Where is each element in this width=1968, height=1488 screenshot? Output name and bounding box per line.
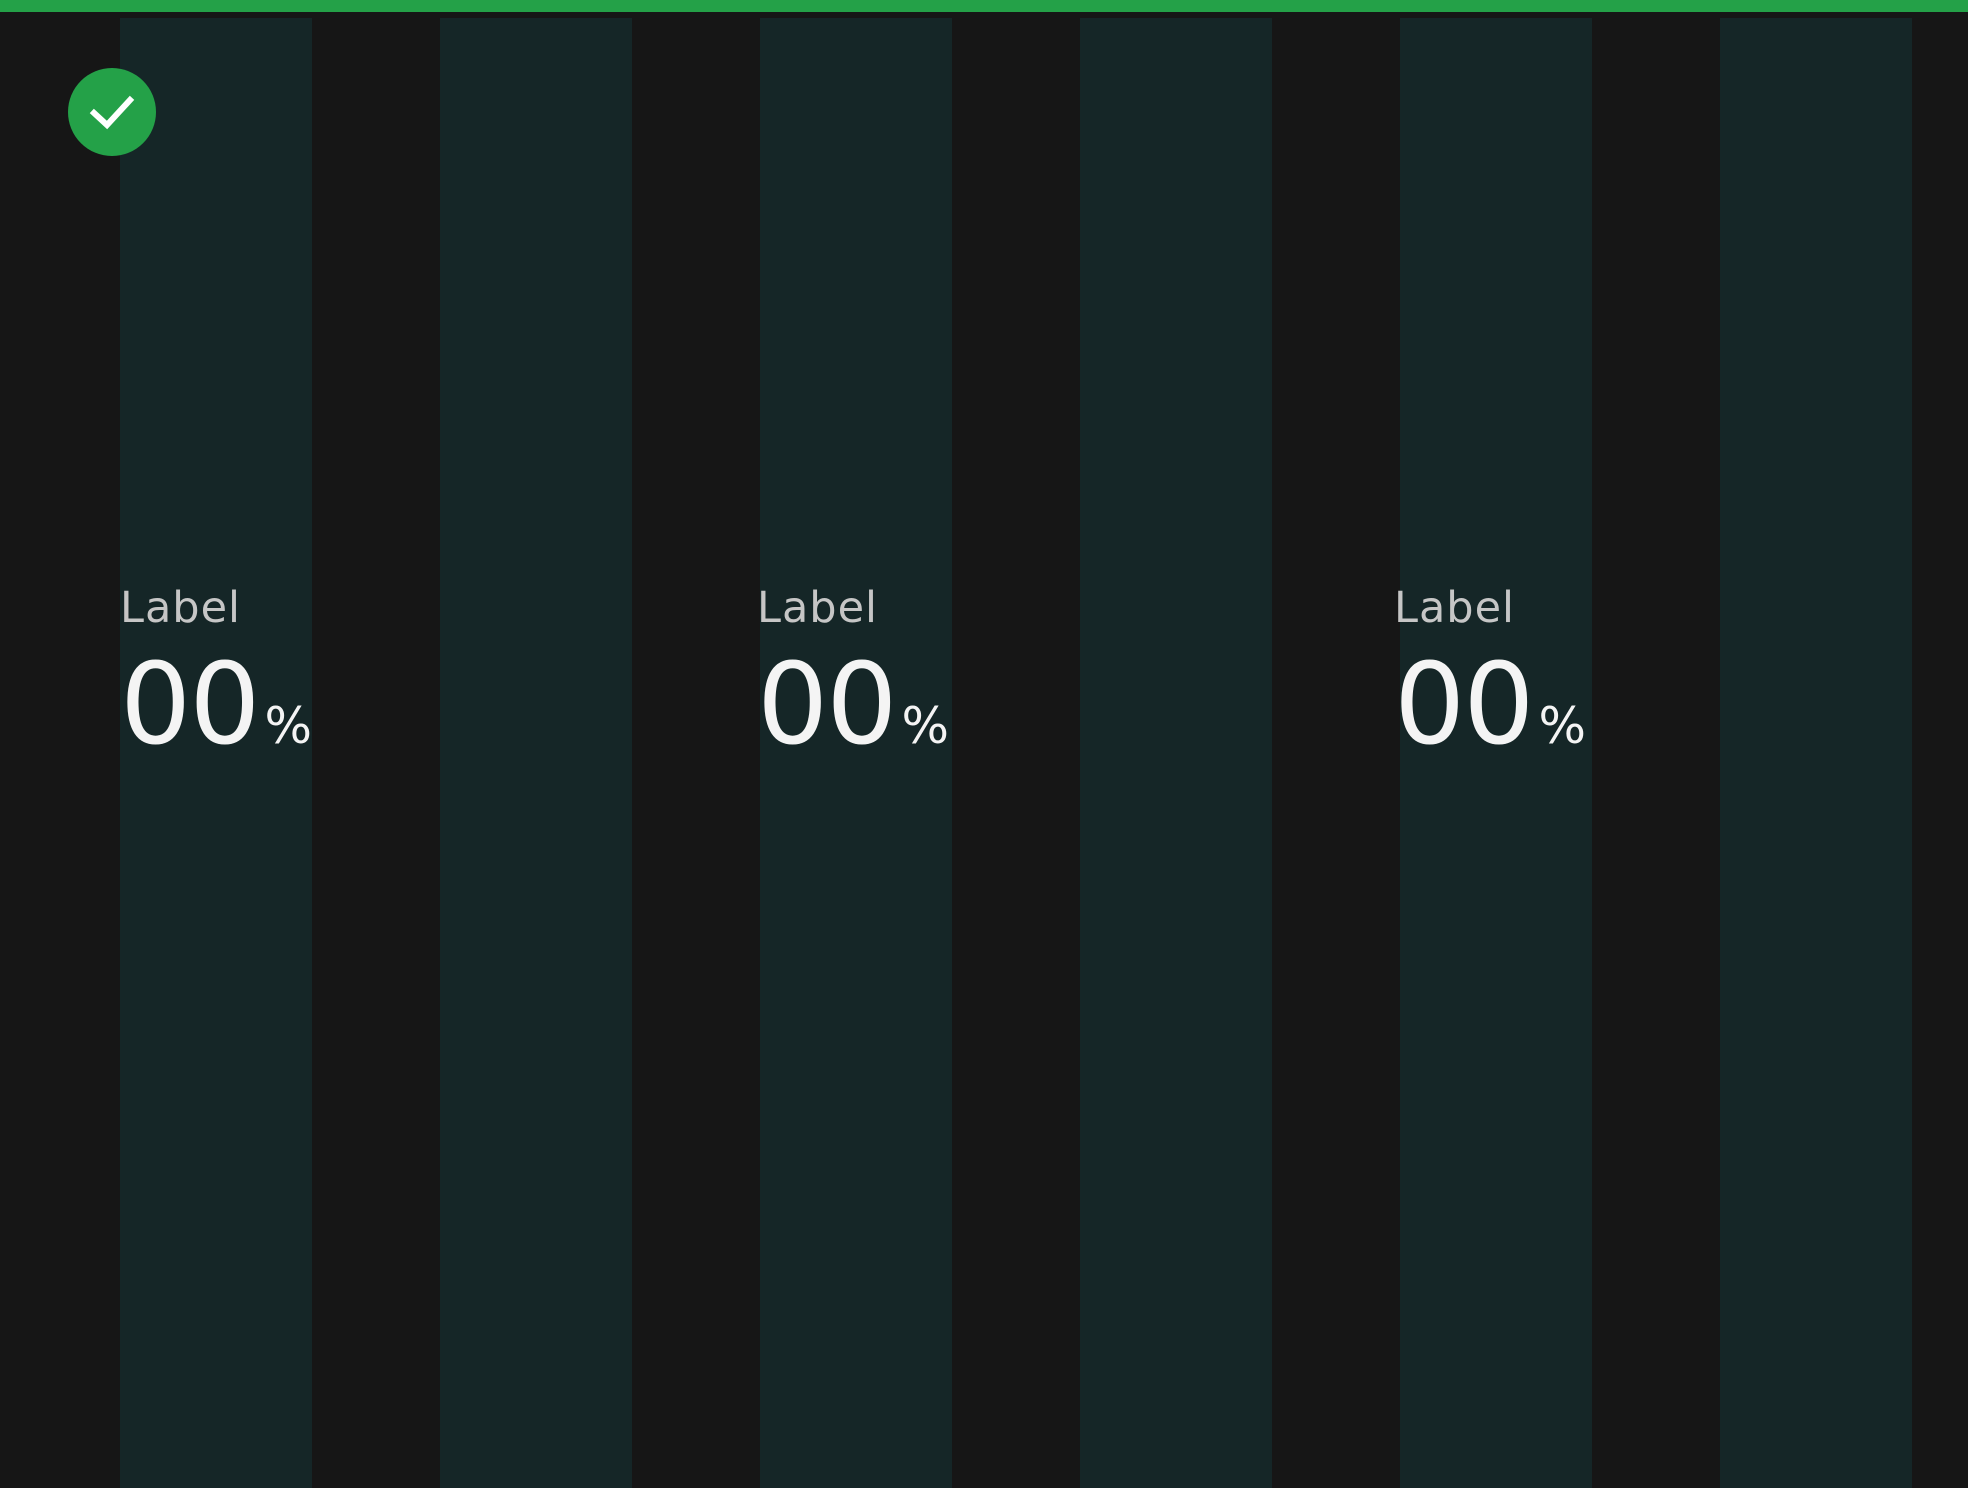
stat-unit: % bbox=[1538, 697, 1587, 755]
stat-value-row: 00% bbox=[120, 649, 313, 761]
stat-unit: % bbox=[264, 697, 313, 755]
stat-value-row: 00% bbox=[1394, 649, 1587, 761]
checkmark-icon-glyph bbox=[89, 95, 135, 130]
stat-card-1: Label 00% bbox=[120, 578, 680, 778]
stat-value-row: 00% bbox=[757, 649, 950, 761]
stat-value: 00 bbox=[757, 640, 898, 770]
stat-value: 00 bbox=[1394, 640, 1535, 770]
stat-value: 00 bbox=[120, 640, 261, 770]
stat-unit: % bbox=[901, 697, 950, 755]
stat-card-3: Label 00% bbox=[1394, 578, 1954, 778]
checkmark-icon bbox=[68, 68, 156, 156]
stat-label: Label bbox=[1394, 583, 1516, 633]
success-top-bar bbox=[0, 0, 1968, 12]
stat-label: Label bbox=[757, 583, 879, 633]
stat-card-2: Label 00% bbox=[757, 578, 1317, 778]
page: Label 00% Label 00% Label 00% bbox=[0, 0, 1968, 1488]
stat-label: Label bbox=[120, 583, 242, 633]
